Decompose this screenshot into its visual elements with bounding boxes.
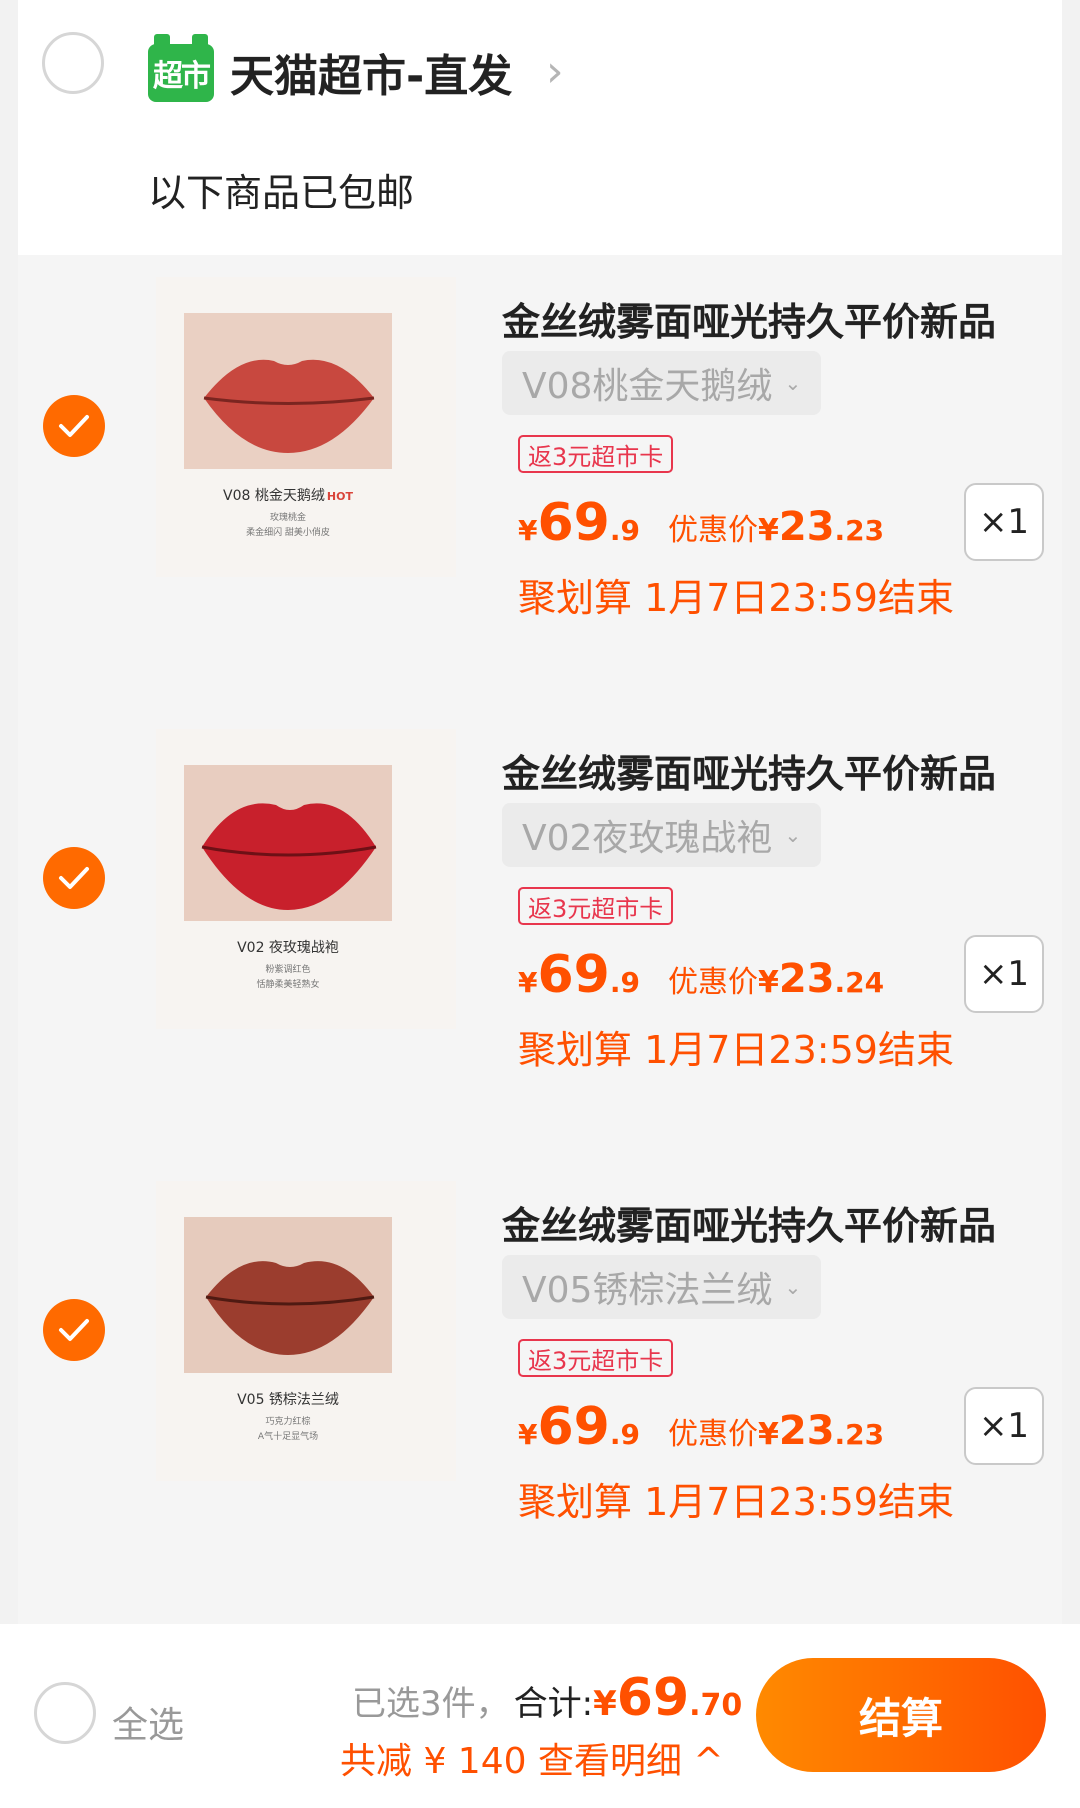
deal-countdown: 聚划算 1月7日23:59结束 [518, 1028, 954, 1072]
supermarket-card-badge: 返3元超市卡 [518, 1339, 674, 1377]
total-label: 合计: [513, 1684, 594, 1724]
lips-illustration [184, 765, 392, 921]
cart-item: V02 夜玫瑰战袍 粉紫调红色 恬静柔美轻熟女 金丝绒雾面哑光持久平价新品 V02… [18, 707, 1062, 1159]
product-title[interactable]: 金丝绒雾面哑光持久平价新品 [502, 743, 996, 798]
quantity-stepper[interactable]: ×1 [964, 483, 1044, 561]
price-row: ¥69.9 优惠价¥23.23 [518, 1397, 885, 1457]
product-title[interactable]: 金丝绒雾面哑光持久平价新品 [502, 1195, 996, 1250]
cart-item: V05 锈棕法兰绒 巧克力红棕 A气十足显气场 金丝绒雾面哑光持久平价新品 V05… [18, 1159, 1062, 1611]
checkout-bar: 全选 已选3件， 合计:¥69.70 共减 ¥ 140 查看明细 ^ 结算 [0, 1624, 1080, 1808]
select-all-label[interactable]: 全选 [112, 1696, 184, 1748]
store-name-link[interactable]: 天猫超市-直发 [230, 40, 512, 104]
item-select-checkbox[interactable] [43, 395, 105, 457]
discount-details-link[interactable]: 共减 ¥ 140 查看明细 ^ [340, 1732, 724, 1784]
item-select-checkbox[interactable] [43, 847, 105, 909]
hot-tag: HOT [326, 490, 353, 503]
store-header: 超市 天猫超市-直发 › 以下商品已包邮 [18, 0, 1062, 255]
chevron-down-icon: ⌄ [784, 1275, 802, 1299]
store-select-radio[interactable] [42, 32, 104, 94]
promo-price-label: 优惠价 [667, 513, 758, 548]
selected-count: 已选3件， [352, 1684, 510, 1724]
cart-item: V08 桃金天鹅绒 HOT 玫瑰桃金 柔金细闪 甜美小俏皮 金丝绒雾面哑光持久平价新… [18, 255, 1062, 707]
promo-price-label: 优惠价 [667, 1417, 758, 1452]
free-shipping-note: 以下商品已包邮 [148, 171, 415, 215]
tmall-supermarket-logo: 超市 [148, 34, 214, 102]
checkout-button[interactable]: 结算 [756, 1658, 1046, 1772]
select-all-radio[interactable] [34, 1682, 96, 1744]
supermarket-card-badge: 返3元超市卡 [518, 435, 674, 473]
product-title[interactable]: 金丝绒雾面哑光持久平价新品 [502, 291, 996, 346]
chevron-down-icon: ⌄ [784, 371, 802, 395]
shade-code-label: V02 夜玫瑰战袍 [237, 940, 339, 956]
shade-description: 粉紫调红色 恬静柔美轻熟女 [256, 965, 320, 990]
price-row: ¥69.9 优惠价¥23.24 [518, 945, 885, 1005]
product-image[interactable]: V08 桃金天鹅绒 HOT 玫瑰桃金 柔金细闪 甜美小俏皮 [156, 277, 456, 577]
deal-countdown: 聚划算 1月7日23:59结束 [518, 1480, 954, 1524]
store-card: 超市 天猫超市-直发 › 以下商品已包邮 V08 桃金天鹅绒 HOT 玫瑰桃金 柔金… [18, 0, 1062, 1660]
item-select-checkbox[interactable] [43, 1299, 105, 1361]
supermarket-card-badge: 返3元超市卡 [518, 887, 674, 925]
order-summary: 已选3件， 合计:¥69.70 [352, 1668, 743, 1728]
quantity-stepper[interactable]: ×1 [964, 1387, 1044, 1465]
lips-illustration [184, 1217, 392, 1373]
product-image[interactable]: V05 锈棕法兰绒 巧克力红棕 A气十足显气场 [156, 1181, 456, 1481]
sku-selector[interactable]: V08桃金天鹅绒 ⌄ [502, 351, 822, 415]
shade-description: 玫瑰桃金 柔金细闪 甜美小俏皮 [246, 513, 330, 538]
deal-countdown: 聚划算 1月7日23:59结束 [518, 576, 954, 620]
product-image[interactable]: V02 夜玫瑰战袍 粉紫调红色 恬静柔美轻熟女 [156, 729, 456, 1029]
sku-selector[interactable]: V02夜玫瑰战袍 ⌄ [502, 803, 822, 867]
shade-code-label: V05 锈棕法兰绒 [237, 1392, 339, 1408]
shade-code-label: V08 桃金天鹅绒 HOT [223, 488, 353, 504]
total-amount: 69 [616, 1668, 690, 1728]
chevron-right-icon[interactable]: › [546, 46, 564, 97]
promo-price-label: 优惠价 [667, 965, 758, 1000]
lips-illustration [184, 313, 392, 469]
price-row: ¥69.9 优惠价¥23.23 [518, 493, 885, 553]
quantity-stepper[interactable]: ×1 [964, 935, 1044, 1013]
shade-description: 巧克力红棕 A气十足显气场 [257, 1417, 319, 1442]
sku-selector[interactable]: V05锈棕法兰绒 ⌄ [502, 1255, 822, 1319]
chevron-down-icon: ⌄ [784, 823, 802, 847]
